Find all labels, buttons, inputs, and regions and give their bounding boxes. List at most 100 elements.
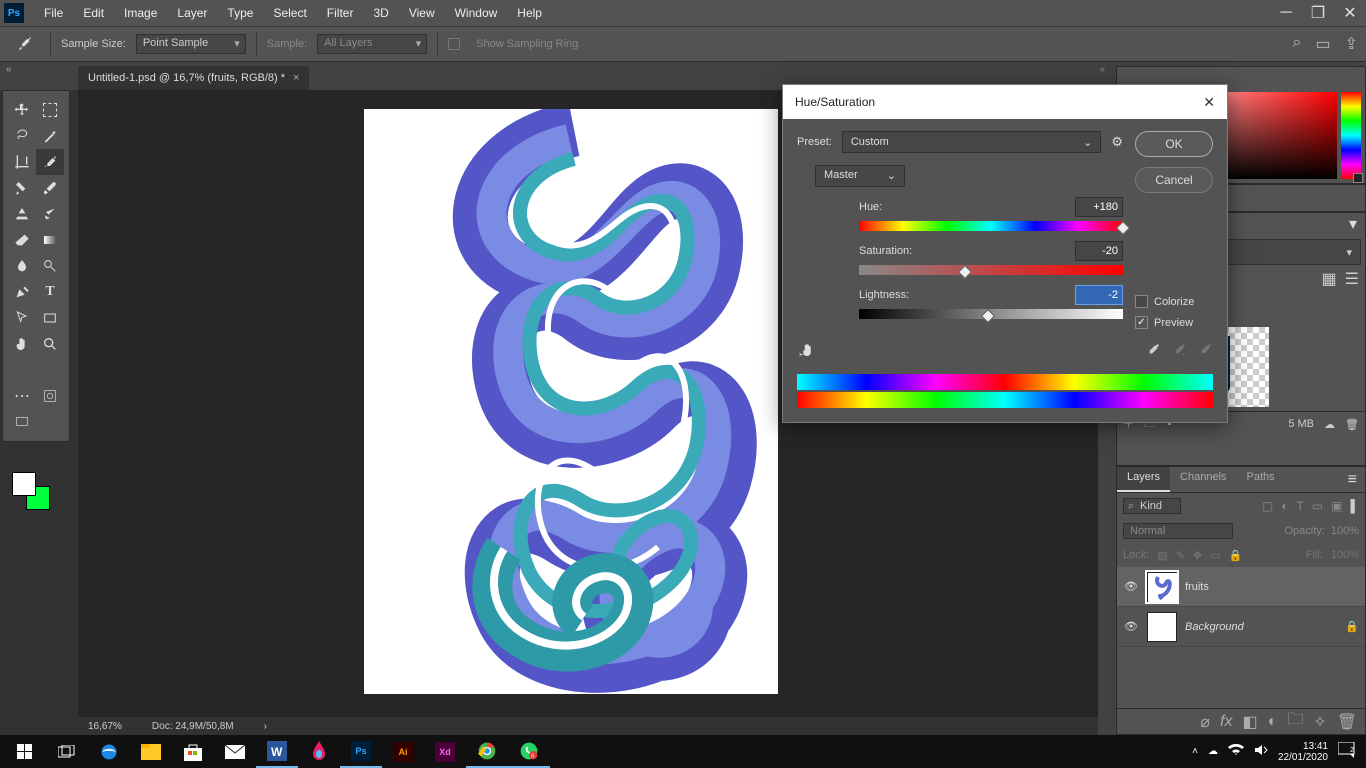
filter-toggle-icon[interactable]: ▌	[1350, 499, 1359, 513]
lock-pixels-icon[interactable]: ✎	[1176, 549, 1185, 562]
lock-transparent-icon[interactable]: ▨	[1157, 549, 1167, 562]
new-layer-icon[interactable]: ✧	[1313, 712, 1326, 732]
menu-type[interactable]: Type	[217, 2, 263, 24]
saturation-slider[interactable]	[859, 265, 1123, 275]
layers-panel-menu-icon[interactable]: ≡	[1340, 467, 1365, 492]
taskbar-photoshop[interactable]: Ps	[340, 735, 382, 768]
panel-menu-icon[interactable]: ▾	[1349, 214, 1365, 234]
paths-tab[interactable]: Paths	[1237, 467, 1285, 492]
dodge-tool[interactable]	[36, 253, 64, 279]
scrubby-icon[interactable]	[797, 341, 817, 364]
rectangle-tool[interactable]	[36, 305, 64, 331]
lib-trash-icon[interactable]: 🗑	[1345, 418, 1359, 431]
status-chevron-icon[interactable]: ›	[264, 721, 267, 732]
menu-select[interactable]: Select	[263, 2, 316, 24]
quick-mask-tool[interactable]	[36, 383, 64, 409]
tray-notifications-icon[interactable]: 2	[1338, 742, 1356, 761]
blur-tool[interactable]	[8, 253, 36, 279]
layer-name[interactable]: Background	[1185, 621, 1244, 633]
fill-value[interactable]: 100%	[1331, 549, 1359, 561]
menu-image[interactable]: Image	[114, 2, 167, 24]
foreground-color-swatch[interactable]	[12, 472, 36, 496]
healing-brush-tool[interactable]	[8, 175, 36, 201]
menu-layer[interactable]: Layer	[167, 2, 217, 24]
layer-row[interactable]: 👁 fruits	[1117, 567, 1365, 607]
document-tab-close[interactable]: ×	[293, 72, 299, 84]
layer-fx-icon[interactable]: fx	[1220, 713, 1232, 731]
tray-volume-icon[interactable]	[1254, 743, 1268, 760]
delete-layer-icon[interactable]: 🗑	[1337, 712, 1357, 732]
lock-all-icon[interactable]: 🔒	[1229, 549, 1243, 562]
menu-view[interactable]: View	[399, 2, 445, 24]
color-picker-pointer[interactable]	[1353, 173, 1363, 183]
marquee-tool[interactable]	[36, 97, 64, 123]
layer-lock-icon[interactable]: 🔒	[1345, 620, 1359, 633]
sample-select[interactable]: All Layers	[317, 34, 427, 54]
taskbar-whatsapp[interactable]: 6	[508, 735, 550, 768]
hue-slider[interactable]	[1341, 92, 1361, 179]
document-canvas[interactable]	[364, 109, 778, 694]
eraser-tool[interactable]	[8, 227, 36, 253]
collapse-chevron-icon[interactable]: «	[1098, 62, 1116, 76]
tray-onedrive-icon[interactable]: ☁	[1208, 746, 1218, 757]
tray-overflow-icon[interactable]: ˄	[1192, 746, 1198, 757]
tray-wifi-icon[interactable]	[1228, 744, 1244, 759]
layer-thumbnail[interactable]	[1147, 572, 1177, 602]
filter-smart-icon[interactable]: ▣	[1331, 499, 1342, 513]
tray-clock[interactable]: 13:41 22/01/2020	[1278, 741, 1328, 763]
sample-size-select[interactable]: Point Sample	[136, 34, 246, 54]
lightness-slider[interactable]	[859, 309, 1123, 319]
layer-group-icon[interactable]: 🗀	[1287, 708, 1303, 735]
taskbar-chrome[interactable]	[466, 735, 508, 768]
cancel-button[interactable]: Cancel	[1135, 167, 1213, 193]
type-tool[interactable]: T	[36, 279, 64, 305]
document-tab[interactable]: Untitled-1.psd @ 16,7% (fruits, RGB/8) *…	[78, 66, 309, 90]
saturation-input[interactable]	[1075, 241, 1123, 261]
hue-input[interactable]	[1075, 197, 1123, 217]
clone-stamp-tool[interactable]	[8, 201, 36, 227]
zoom-tool[interactable]	[36, 331, 64, 357]
show-sampling-ring-checkbox[interactable]	[448, 38, 460, 50]
preset-select[interactable]: Custom⌄	[842, 131, 1101, 153]
search-icon[interactable]: ⌕	[1293, 34, 1302, 54]
edit-toolbar[interactable]: ⋯	[8, 383, 36, 409]
layer-mask-icon[interactable]: ◧	[1242, 712, 1257, 732]
brush-tool[interactable]	[36, 175, 64, 201]
taskbar-word[interactable]: W	[256, 735, 298, 768]
doc-size[interactable]: Doc: 24,9M/50,8M	[152, 721, 234, 732]
taskbar-illustrator[interactable]: Ai	[382, 735, 424, 768]
eyedropper-tool[interactable]	[36, 149, 64, 175]
path-selection-tool[interactable]	[8, 305, 36, 331]
edit-select[interactable]: Master⌄	[815, 165, 905, 187]
layer-thumbnail[interactable]	[1147, 612, 1177, 642]
window-close[interactable]: ✕	[1334, 0, 1366, 26]
filter-shape-icon[interactable]: ▭	[1312, 499, 1323, 513]
layer-name[interactable]: fruits	[1185, 581, 1209, 593]
taskbar-mail[interactable]	[214, 735, 256, 768]
ok-button[interactable]: OK	[1135, 131, 1213, 157]
lightness-input[interactable]	[1075, 285, 1123, 305]
menu-filter[interactable]: Filter	[317, 2, 364, 24]
taskbar-store[interactable]	[172, 735, 214, 768]
adjustment-layer-icon[interactable]: ◐	[1268, 713, 1278, 731]
menu-help[interactable]: Help	[507, 2, 552, 24]
workspace-icon[interactable]: ▭	[1315, 34, 1330, 54]
dialog-close-button[interactable]: ✕	[1203, 94, 1215, 111]
filter-pixel-icon[interactable]: ▢	[1262, 499, 1273, 513]
taskbar-paint3d[interactable]	[298, 735, 340, 768]
start-button[interactable]	[4, 735, 46, 768]
history-brush-tool[interactable]	[36, 201, 64, 227]
dialog-titlebar[interactable]: Hue/Saturation ✕	[783, 85, 1227, 119]
lib-cloud-icon[interactable]: ☁	[1324, 418, 1335, 431]
taskbar-edge[interactable]	[88, 735, 130, 768]
blend-mode-select[interactable]: Normal	[1123, 523, 1233, 539]
lib-grid-view-icon[interactable]: ▦	[1322, 269, 1337, 289]
gradient-tool[interactable]	[36, 227, 64, 253]
eyedropper-icon[interactable]	[1145, 342, 1161, 363]
filter-adjust-icon[interactable]: ◐	[1281, 499, 1288, 513]
layer-filter-kind[interactable]: Kind	[1123, 498, 1181, 514]
colorize-checkbox[interactable]: Colorize	[1135, 295, 1194, 308]
eyedropper-plus-icon[interactable]: +	[1171, 342, 1187, 363]
saturation-slider-thumb[interactable]	[958, 265, 972, 279]
filter-type-icon[interactable]: T	[1296, 499, 1303, 513]
